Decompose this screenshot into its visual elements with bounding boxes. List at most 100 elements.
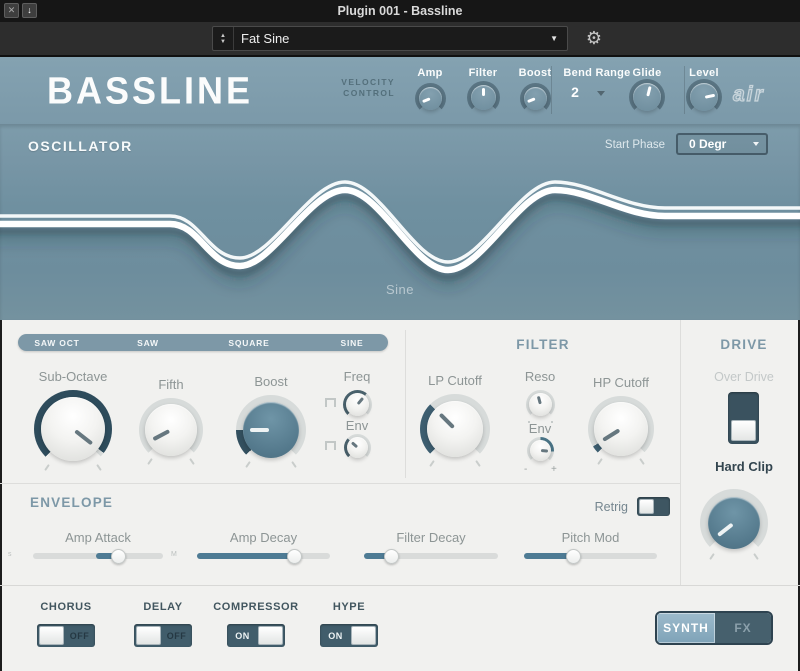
slider-min-mark: s (8, 551, 12, 558)
lp-cutoff-knob[interactable] (420, 394, 490, 464)
gear-icon[interactable]: ⚙ (583, 25, 605, 51)
wave-type-sine[interactable]: SINE (340, 338, 363, 348)
knob-indicator (415, 389, 494, 468)
boost-mix-label: Boost (254, 374, 287, 389)
bassline-logo: BASSLINE (47, 69, 253, 113)
section-divider (0, 585, 800, 586)
knob-indicator (529, 439, 552, 462)
square-wave-icon (325, 398, 336, 407)
drive-section-title: DRIVE (720, 337, 767, 352)
sub-octave-knob[interactable] (34, 390, 112, 468)
compressor-toggle[interactable]: ON (227, 624, 285, 647)
env-min-mark: - (524, 464, 527, 475)
preset-bar: ▲ ▼ Fat Sine ▼ ⚙ (0, 22, 800, 57)
knob-indicator (471, 85, 496, 110)
bend-range-label: Bend Range (563, 67, 630, 79)
knob-indicator (342, 432, 372, 462)
wave-name-label: Sine (0, 282, 800, 297)
toggle-handle (258, 626, 283, 645)
stepper-down-icon[interactable]: ▼ (220, 39, 226, 45)
toggle-state-label: ON (227, 624, 258, 647)
drive-mode-toggle[interactable] (728, 392, 759, 444)
slider-handle[interactable] (566, 549, 581, 564)
slider-handle[interactable] (111, 549, 126, 564)
filter-decay-label: Filter Decay (396, 530, 465, 545)
filter-section-title: FILTER (516, 337, 569, 352)
toggle-state-label: OFF (64, 624, 95, 647)
preset-name: Fat Sine (241, 27, 289, 50)
synth-fx-tabs: SYNTH FX (655, 611, 773, 645)
slider-handle[interactable] (384, 549, 399, 564)
env-osc-knob[interactable] (344, 434, 371, 461)
delay-label: DELAY (143, 601, 182, 613)
knob-indicator (526, 390, 554, 418)
glide-knob[interactable] (629, 79, 665, 115)
delay-toggle[interactable]: OFF (134, 624, 192, 647)
env-max-mark: + (551, 464, 557, 475)
level-knob[interactable] (686, 79, 722, 115)
hype-toggle[interactable]: ON (320, 624, 378, 647)
slider-handle[interactable] (287, 549, 302, 564)
amp-knob[interactable] (415, 83, 446, 114)
reso-knob[interactable] (526, 390, 555, 419)
section-divider (405, 330, 406, 478)
freq-knob[interactable] (343, 390, 372, 419)
preset-stepper[interactable]: ▲ ▼ (213, 27, 234, 50)
slider-max-mark: M (171, 551, 177, 558)
boost-label: Boost (519, 67, 552, 79)
square-wave-icon (325, 441, 336, 450)
preset-selector[interactable]: ▲ ▼ Fat Sine ▼ (212, 26, 568, 51)
overdrive-label: Over Drive (714, 370, 774, 384)
boost-mix-knob[interactable] (236, 395, 306, 465)
tab-synth[interactable]: SYNTH (657, 613, 715, 643)
knob-indicator (136, 395, 206, 465)
pitch-mod-label: Pitch Mod (562, 530, 620, 545)
knob-indicator (243, 402, 299, 458)
preset-dropdown-icon[interactable]: ▼ (550, 27, 558, 50)
plugin-window: ✕ ↓ Plugin 001 - Bassline ▲ ▼ Fat Sine ▼… (0, 0, 800, 671)
env-filter-knob[interactable] (527, 437, 554, 464)
window-title: Plugin 001 - Bassline (0, 0, 800, 22)
slider-fill (197, 553, 298, 559)
toggle-handle (639, 499, 654, 514)
amp-label: Amp (417, 67, 442, 79)
start-phase-label: Start Phase (560, 139, 665, 151)
retrig-toggle[interactable] (637, 497, 670, 516)
hp-cutoff-knob[interactable] (588, 396, 654, 462)
compressor-label: COMPRESSOR (213, 601, 298, 613)
freq-label: Freq (344, 369, 371, 384)
wave-type-square[interactable]: SQUARE (228, 338, 269, 348)
env-filter-label: Env (529, 421, 551, 436)
sub-octave-label: Sub-Octave (39, 369, 108, 384)
knob-indicator (698, 487, 771, 560)
toggle-handle (39, 626, 64, 645)
env-osc-label: Env (346, 418, 368, 433)
glide-label: Glide (632, 67, 661, 79)
header-divider (684, 66, 685, 114)
window-titlebar: ✕ ↓ Plugin 001 - Bassline (0, 0, 800, 22)
tab-fx[interactable]: FX (715, 613, 771, 643)
chorus-label: CHORUS (40, 601, 91, 613)
fifth-knob[interactable] (139, 398, 203, 462)
fifth-label: Fifth (158, 377, 183, 392)
hype-label: HYPE (333, 601, 365, 613)
filter-knob[interactable] (467, 81, 500, 114)
reso-label: Reso (525, 369, 555, 384)
hp-cutoff-label: HP Cutoff (593, 375, 649, 390)
velocity-control-label: VELOCITY CONTROL (295, 77, 395, 99)
air-logo: air (733, 83, 765, 107)
hardclip-label: Hard Clip (715, 459, 773, 474)
section-divider (680, 320, 681, 585)
boost-knob[interactable] (520, 83, 551, 114)
start-phase-select[interactable]: 0 Degr (676, 133, 768, 155)
level-label: Level (689, 67, 719, 79)
drive-knob[interactable] (700, 489, 768, 557)
wave-type-saw-oct[interactable]: SAW OCT (34, 338, 79, 348)
toggle-state-label: OFF (161, 624, 192, 647)
chorus-toggle[interactable]: OFF (37, 624, 95, 647)
start-phase-dropdown-icon (753, 142, 759, 146)
bend-range-dropdown-icon[interactable] (597, 91, 605, 96)
lp-cutoff-label: LP Cutoff (428, 373, 482, 388)
wave-type-saw[interactable]: SAW (137, 338, 159, 348)
bend-range-value[interactable]: 2 (560, 84, 590, 100)
